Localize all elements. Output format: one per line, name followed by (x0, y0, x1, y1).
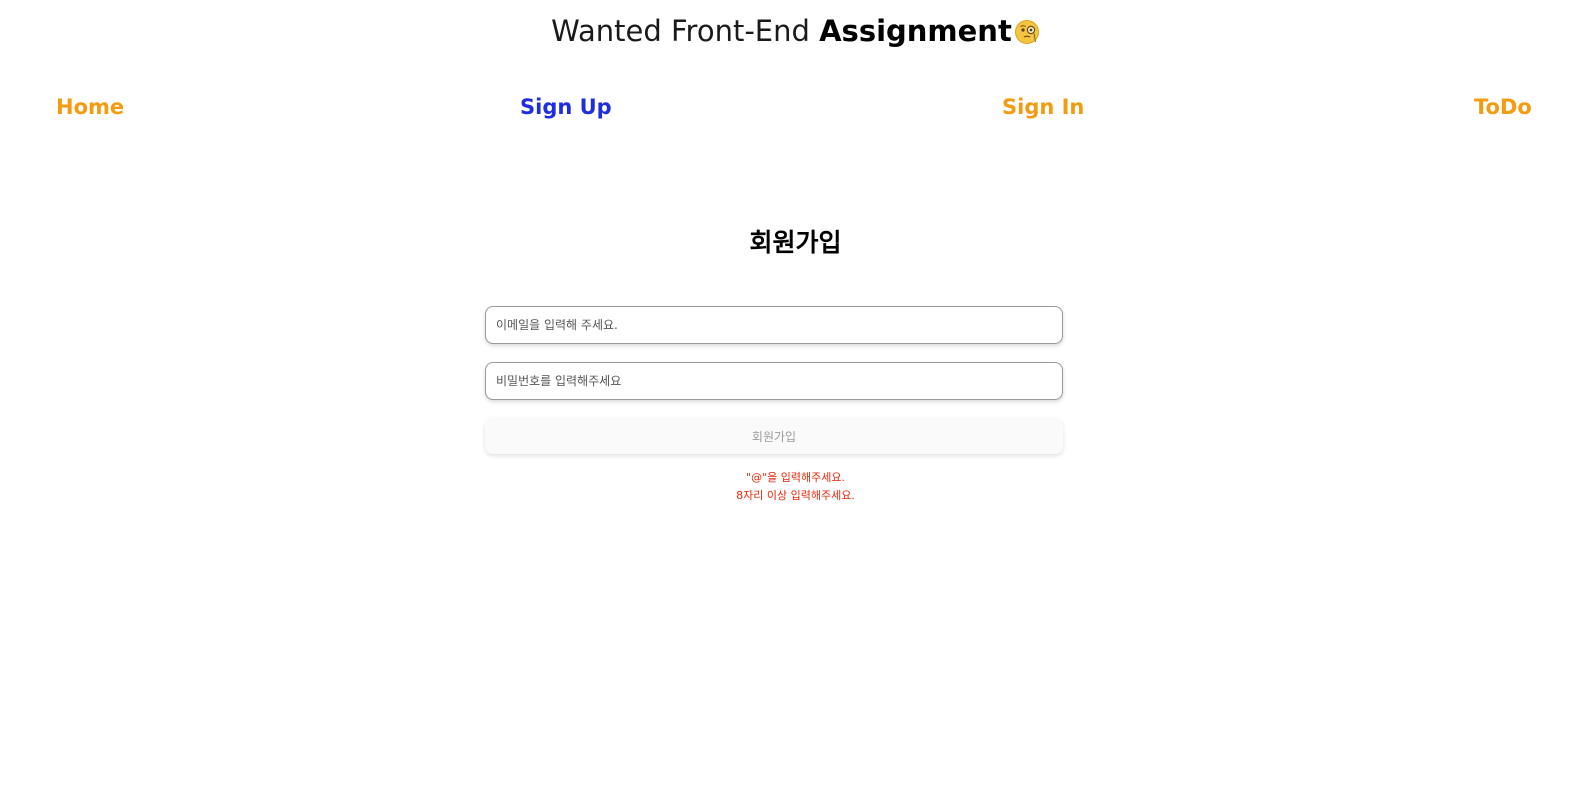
email-error-message: "@"을 입력해주세요. (746, 471, 845, 484)
password-error-message: 8자리 이상 입력해주세요. (736, 489, 855, 502)
page-title: 회원가입 (749, 228, 842, 257)
password-input[interactable] (485, 362, 1063, 400)
app-title: Wanted Front-End Assignment (0, 10, 1591, 52)
thinking-face-monocle-icon (1014, 20, 1039, 44)
app-title-bold: Assignment (819, 14, 1012, 48)
nav-home-link[interactable]: Home (56, 90, 124, 124)
app-title-light: Wanted Front-End (551, 14, 820, 48)
nav-todo-link[interactable]: ToDo (1474, 90, 1532, 124)
nav-signin-link[interactable]: Sign In (1002, 90, 1084, 124)
email-input[interactable] (485, 306, 1063, 344)
signup-submit-button[interactable]: 회원가입 (485, 418, 1063, 454)
nav-signup-link[interactable]: Sign Up (520, 90, 612, 124)
